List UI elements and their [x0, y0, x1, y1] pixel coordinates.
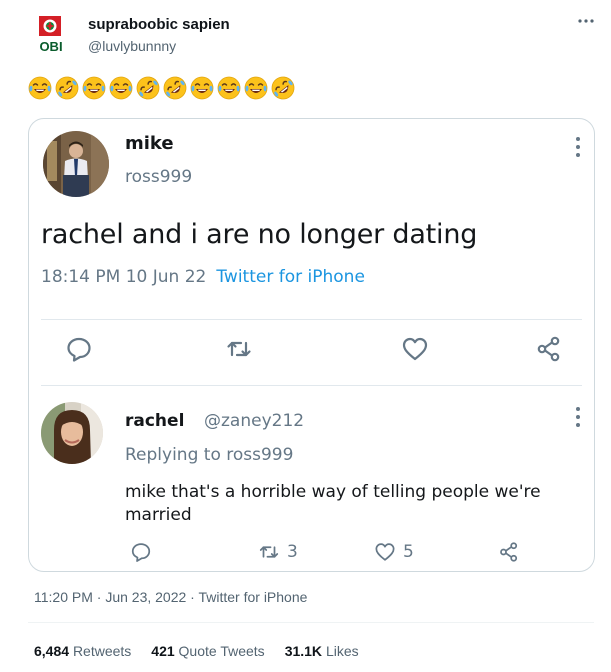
retweets-count: 6,484	[34, 643, 70, 659]
emoji-row	[28, 76, 295, 100]
reply-like-action: 5	[373, 541, 414, 563]
rofl-emoji-icon	[163, 76, 187, 100]
likes-stat[interactable]: 31.1K Likes	[285, 643, 359, 659]
quote-tweets-label: Quote Tweets	[178, 643, 265, 659]
tweet-header: OBI supraboobic sapien @luvlybunnny	[34, 14, 594, 60]
quoted-author-name: mike	[125, 133, 174, 154]
share-icon	[500, 542, 518, 562]
logo-text: OBI	[39, 39, 62, 54]
like-icon	[401, 335, 429, 363]
author-name[interactable]: supraboobic sapien	[88, 16, 230, 33]
reply-icon	[65, 335, 93, 363]
reply-retweet-action: 3	[257, 541, 298, 563]
reply-retweet-count: 3	[287, 542, 298, 562]
retweet-icon	[225, 335, 253, 363]
author-handle[interactable]: @luvlybunnny	[88, 38, 176, 54]
reply-like-count: 5	[403, 542, 414, 562]
divider	[41, 319, 582, 320]
quoted-author-handle: ross999	[125, 167, 193, 187]
reply-more-icon	[575, 405, 581, 429]
quote-tweets-stat[interactable]: 421 Quote Tweets	[151, 643, 264, 659]
quote-tweets-count: 421	[151, 643, 175, 659]
joy-emoji-icon	[28, 76, 52, 100]
divider	[41, 385, 582, 386]
share-icon	[535, 335, 563, 363]
rofl-emoji-icon	[55, 76, 79, 100]
engagement-stats: 6,484 Retweets 421 Quote Tweets 31.1K Li…	[34, 643, 359, 659]
reply-author-name: rachel	[125, 411, 185, 431]
more-options-icon[interactable]	[576, 16, 596, 30]
divider	[28, 622, 594, 623]
reply-share-action	[497, 541, 521, 563]
replying-to: Replying to ross999	[125, 445, 294, 465]
author-avatar[interactable]: OBI	[34, 16, 68, 54]
reply-author-handle: @zaney212	[204, 411, 305, 431]
rofl-emoji-icon	[136, 76, 160, 100]
embedded-screenshot: mike ross999 rachel and i are no longer …	[28, 118, 595, 572]
rofl-emoji-icon	[271, 76, 295, 100]
retweets-stat[interactable]: 6,484 Retweets	[34, 643, 131, 659]
likes-count: 31.1K	[284, 643, 323, 659]
reply-icon	[131, 543, 151, 562]
joy-emoji-icon	[109, 76, 133, 100]
quoted-tweet-time: 18:14 PM 10 Jun 22	[41, 267, 207, 287]
retweet-icon	[259, 546, 279, 558]
reply-reply-action	[129, 541, 153, 563]
joy-emoji-icon	[244, 76, 268, 100]
joy-emoji-icon	[82, 76, 106, 100]
quoted-tweet-source: Twitter for iPhone	[216, 267, 365, 287]
mike-avatar	[43, 131, 109, 197]
quoted-tweet-text: rachel and i are no longer dating	[41, 219, 478, 250]
like-icon	[375, 543, 395, 561]
obi-logo-icon: OBI	[39, 16, 63, 54]
quoted-more-icon	[575, 135, 581, 159]
likes-label: Likes	[325, 643, 359, 659]
tweet-timestamp[interactable]: 11:20 PM · Jun 23, 2022 · Twitter for iP…	[34, 589, 307, 605]
joy-emoji-icon	[190, 76, 214, 100]
reply-text: mike that's a horrible way of telling pe…	[125, 482, 541, 525]
quoted-tweet-meta: 18:14 PM 10 Jun 22 Twitter for iPhone	[41, 267, 365, 287]
joy-emoji-icon	[217, 76, 241, 100]
rachel-avatar	[41, 402, 103, 464]
retweets-label: Retweets	[72, 643, 132, 659]
